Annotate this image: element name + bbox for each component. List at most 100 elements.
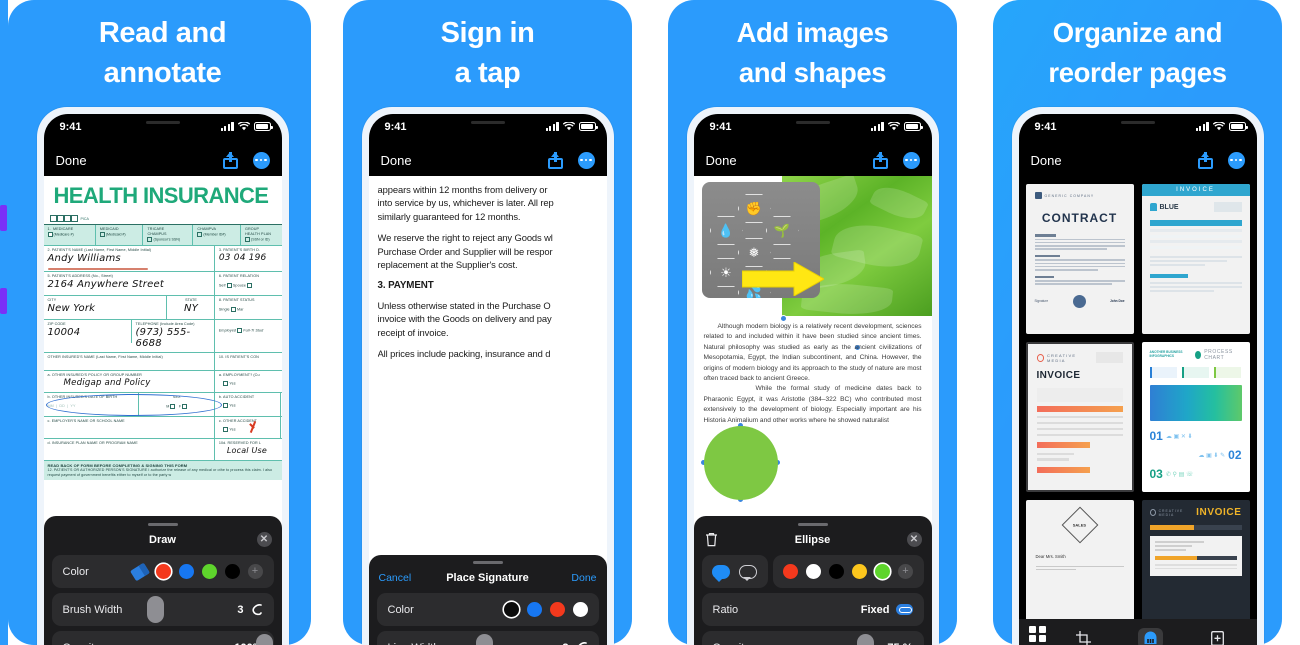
done-button[interactable]: Done [56,153,87,168]
color-swatch-black[interactable] [224,564,240,579]
sheet-grabber[interactable] [147,522,178,526]
plan-type-row: 1. MEDICARE (Medicare #) MEDICAID (Medic… [43,224,282,245]
color-swatch-yellow[interactable] [852,564,867,579]
close-icon[interactable]: ✕ [256,532,272,547]
phone-mockup: 9:41 Done [1011,107,1264,645]
circle-annotation [45,394,222,416]
color-label: Color [387,603,414,616]
color-swatch-black[interactable] [503,602,519,617]
headline-line-1: Sign in [440,17,535,49]
line-width-row[interactable]: Line Width 2 [376,631,599,645]
form-row: 2. PATIENT'S NAME (Last Name, First Name… [43,245,282,271]
status-indicators [220,122,273,131]
share-icon[interactable] [222,151,238,169]
grid-icon[interactable] [1029,625,1046,643]
opacity-slider-knob[interactable] [255,634,273,645]
thumb-title: INVOICE [1036,370,1081,381]
place-signature-sheet: Cancel Place Signature Done Color [368,554,607,645]
phone-mockup: 9:41 Done [686,107,939,645]
toolbar-item-reorder[interactable]: Reorder [1117,625,1184,645]
color-swatch-blue[interactable] [178,564,194,579]
sheet-grabber[interactable] [472,560,503,564]
more-icon[interactable] [902,151,920,169]
more-icon[interactable] [252,151,270,169]
done-button[interactable]: Done [571,572,596,584]
notch [756,114,869,136]
color-swatch-red[interactable] [783,564,798,579]
paragraph: Although modern biology is a relatively … [703,323,922,383]
sheet-grabber[interactable] [797,522,828,526]
city-value: New York [47,303,96,314]
cancel-button[interactable]: Cancel [379,572,412,584]
done-button[interactable]: Done [381,153,412,168]
link-icon[interactable] [895,604,913,615]
color-swatch-white[interactable] [806,564,821,579]
yellow-arrow-shape[interactable] [741,262,824,296]
cellular-signal-icon [870,122,884,131]
brush-width-slider-knob[interactable] [146,596,164,623]
draw-options-sheet: Draw ✕ Color + Brush Width 3 [43,515,282,645]
toolbar-item-resize[interactable]: Resize [1051,625,1118,645]
headline-line-2: annotate [103,57,222,89]
paragraph: Unless otherwise stated in the Purchase … [378,299,598,339]
add-color-button[interactable]: + [898,564,913,579]
form-row: a. OTHER INSURED'S POLICY OR GROUP NUMBE… [43,370,282,392]
ratio-row[interactable]: Ratio Fixed [701,593,924,626]
green-ellipse-shape[interactable] [703,426,778,500]
thumb-title: INVOICE [1196,507,1242,518]
headline-line-1: Organize and [1052,17,1223,48]
list-item[interactable]: GENERIC COMPANY CONTRACT Signature John … [1025,184,1134,334]
color-label: Color [62,565,89,578]
form-row: c. EMPLOYER'S NAME OR SCHOOL NAME c. OTH… [43,416,282,438]
list-item[interactable]: CREATIVE MEDIA INVOICE [1025,342,1134,492]
panel-headline: Sign in a tap [325,0,650,93]
color-swatch-blue[interactable] [526,602,542,617]
share-icon[interactable] [1197,151,1213,169]
list-item[interactable]: ANOTHER BUSINESS INFOGRAPHICS PROCESS CH… [1141,342,1250,492]
wifi-icon [237,122,250,131]
opacity-slider-knob[interactable] [856,634,874,645]
close-icon[interactable]: ✕ [906,532,922,547]
zip-value: 10004 [47,327,81,338]
other-insured-name-label: OTHER INSURED'S NAME (Last Name, First N… [47,355,163,359]
brush-width-row[interactable]: Brush Width 3 [51,593,274,626]
more-icon[interactable] [1227,151,1245,169]
toolbar-left: ‹ [1025,625,1051,645]
more-icon[interactable] [577,151,595,169]
nav-actions [1197,151,1245,169]
share-icon[interactable] [872,151,888,169]
share-icon[interactable] [547,151,563,169]
page-grid-view[interactable]: GENERIC COMPANY CONTRACT Signature John … [1018,176,1257,645]
color-swatch-red[interactable] [155,564,171,579]
footer-text: 12. PATIENT'S OR AUTHORIZED PERSON'S SIG… [47,468,273,477]
notch [106,114,219,136]
resize-handle[interactable] [779,315,787,322]
battery-icon [253,122,273,131]
done-button[interactable]: Done [706,153,737,168]
bottom-toolbar: ‹ Resize Reorder [1018,619,1257,645]
panel-add-images-and-shapes: Add images and shapes 9:41 Done ✊ 💧 🌱 ❅ … [650,0,975,645]
eraser-icon[interactable] [129,562,150,581]
opacity-row[interactable]: Opacity 100% [51,631,274,645]
list-item[interactable]: INVOICE BLUE [1141,184,1250,334]
line: Unless otherwise stated in the Purchase … [377,299,551,311]
color-swatch-white[interactable] [572,602,588,617]
panel-headline: Organize and reorder pages [975,0,1300,93]
color-swatch-black[interactable] [829,564,844,579]
color-swatch-green[interactable] [875,564,890,579]
opacity-row[interactable]: Opacity 75 % [701,631,924,645]
outline-shape-icon[interactable] [739,564,757,581]
phone-mockup: 9:41 Done HEALTH INSURANCE PICA 1. MEDIC… [36,107,289,645]
line-width-slider-knob[interactable] [476,634,494,645]
toolbar-item-add-page[interactable]: Add Page [1184,625,1251,645]
color-swatch-green[interactable] [201,564,217,579]
add-color-button[interactable]: + [247,564,263,579]
color-swatch-red[interactable] [549,602,565,617]
status-bar: 9:41 [368,114,607,144]
filled-shape-icon[interactable] [712,564,730,582]
status-bar: 9:41 [1018,114,1257,144]
thumb-company: CREATIVE MEDIA [1158,508,1184,517]
crop-icon [1071,628,1096,645]
done-button[interactable]: Done [1031,153,1062,168]
notch [1081,114,1194,136]
